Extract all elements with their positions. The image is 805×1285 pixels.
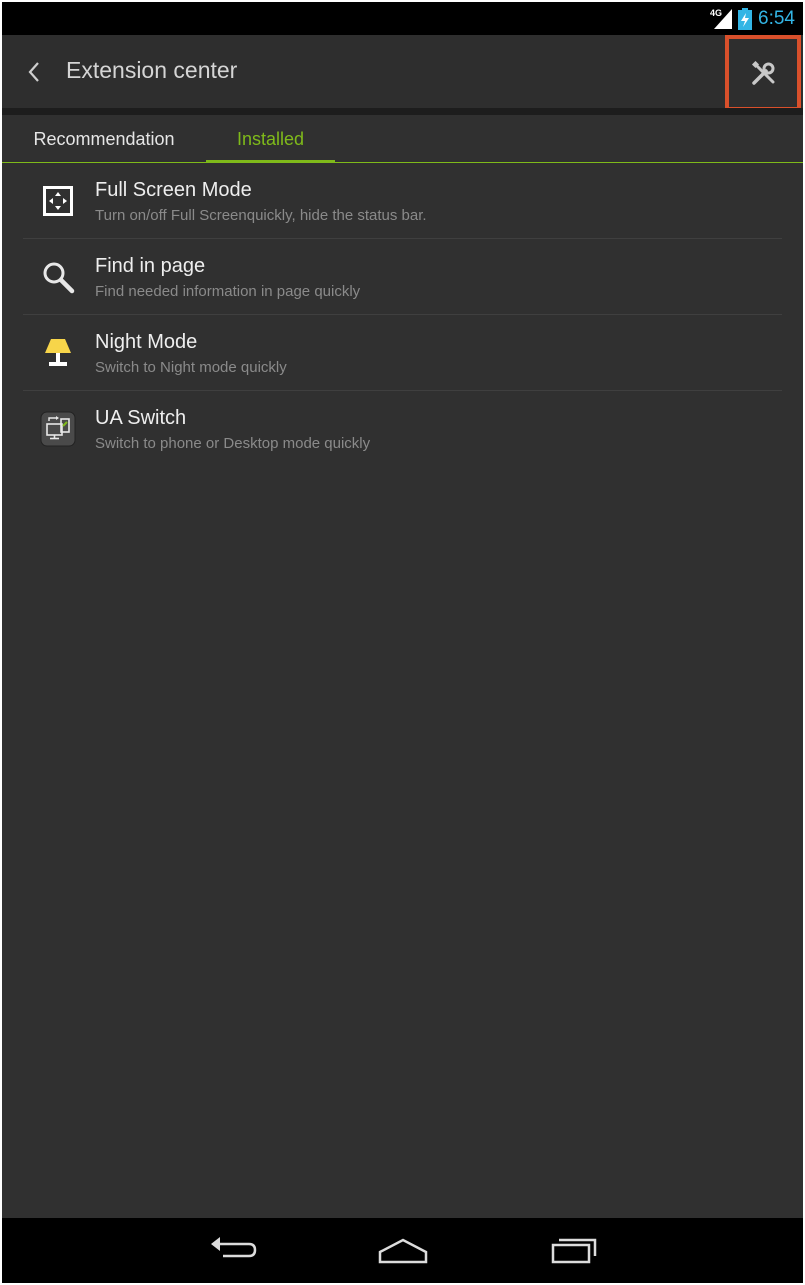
item-description: Switch to Night mode quickly xyxy=(95,359,287,376)
page-title: Extension center xyxy=(66,57,238,83)
item-title: Find in page xyxy=(95,255,206,277)
fullscreen-icon xyxy=(43,186,73,216)
list-item-full-screen-mode[interactable]: Full Screen Mode Turn on/off Full Screen… xyxy=(2,163,803,239)
ua-switch-icon xyxy=(40,411,76,447)
nav-recents-icon[interactable] xyxy=(543,1232,603,1268)
item-description: Turn on/off Full Screenquickly, hide the… xyxy=(95,207,427,224)
tab-installed[interactable]: Installed xyxy=(206,115,335,163)
action-bar-shadow xyxy=(2,108,803,115)
action-bar: Extension center xyxy=(2,35,803,111)
nav-back-icon[interactable] xyxy=(203,1232,263,1268)
list-item-ua-switch[interactable]: UA Switch Switch to phone or Desktop mod… xyxy=(2,391,803,467)
item-title: Full Screen Mode xyxy=(95,179,252,201)
battery-charging-icon xyxy=(738,8,753,30)
wrench-screwdriver-icon xyxy=(751,61,775,85)
navigation-bar xyxy=(2,1218,803,1283)
status-icons: 4G 6:54 xyxy=(710,6,795,32)
settings-button[interactable] xyxy=(725,35,801,111)
item-title: UA Switch xyxy=(95,407,187,429)
tab-bar: Recommendation Installed xyxy=(2,115,803,163)
signal-icon xyxy=(714,9,733,29)
list-item-find-in-page[interactable]: Find in page Find needed information in … xyxy=(2,239,803,315)
lamp-icon xyxy=(45,339,71,366)
status-bar: 4G 6:54 xyxy=(2,2,803,35)
tab-recommendation[interactable]: Recommendation xyxy=(2,115,206,163)
list-item-night-mode[interactable]: Night Mode Switch to Night mode quickly xyxy=(2,315,803,391)
item-description: Switch to phone or Desktop mode quickly xyxy=(95,435,371,452)
item-title: Night Mode xyxy=(95,331,198,353)
status-time: 6:54 xyxy=(758,8,795,29)
screen: 4G 6:54 Extension center Recommendation … xyxy=(2,2,803,1283)
item-description: Find needed information in page quickly xyxy=(95,283,361,300)
nav-home-icon[interactable] xyxy=(373,1232,433,1268)
search-icon xyxy=(43,262,75,294)
chevron-left-icon[interactable] xyxy=(22,57,44,87)
extension-list: Full Screen Mode Turn on/off Full Screen… xyxy=(2,163,803,467)
